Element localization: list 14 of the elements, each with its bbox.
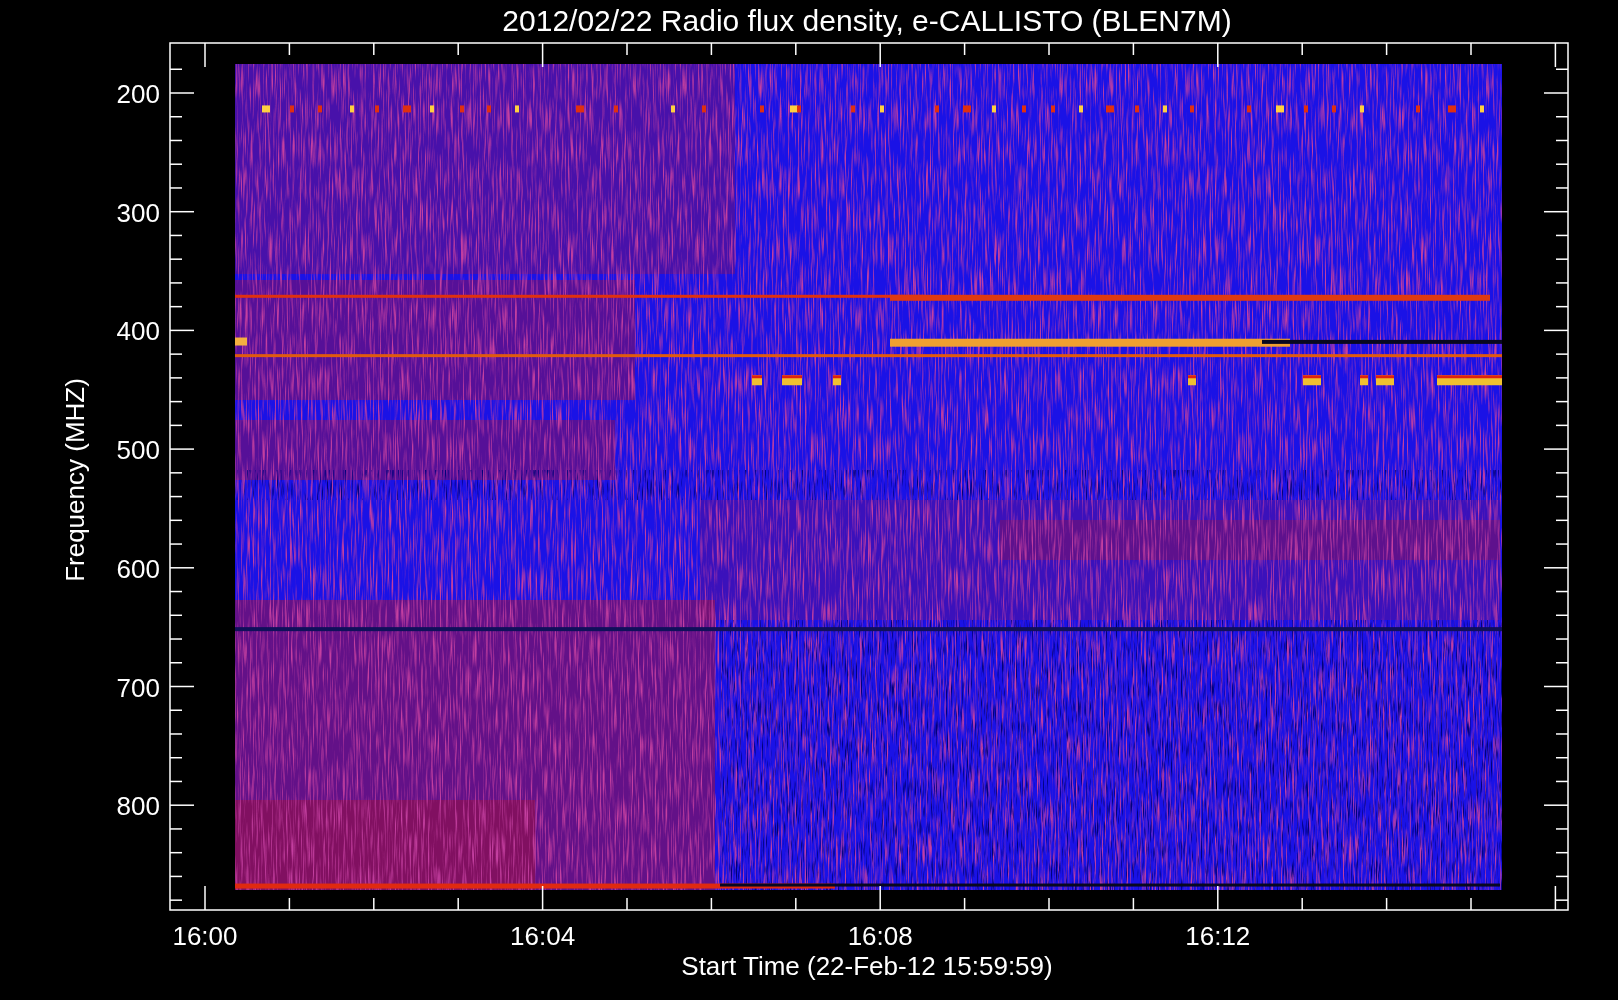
tick-label: 16:04 [510, 921, 576, 951]
tick-label: 200 [116, 79, 160, 109]
tick-label: 16:12 [1185, 921, 1251, 951]
tick-label: 400 [116, 316, 160, 347]
tick-label: 800 [116, 791, 160, 822]
axis-label: Frequency (MHZ) [60, 378, 90, 582]
tick-label: 600 [116, 553, 160, 584]
tick-label: 16:00 [172, 921, 238, 951]
tick-label: 300 [116, 197, 160, 228]
tick-label: 500 [116, 435, 160, 466]
tick-label: 700 [116, 672, 160, 703]
tick-label: 16:08 [847, 921, 913, 951]
chart-title: 2012/02/22 Radio flux density, e-CALLISTO (BLEN7M) [502, 4, 1232, 37]
axis-label: Start Time (22-Feb-12 15:59:59) [681, 951, 1053, 981]
